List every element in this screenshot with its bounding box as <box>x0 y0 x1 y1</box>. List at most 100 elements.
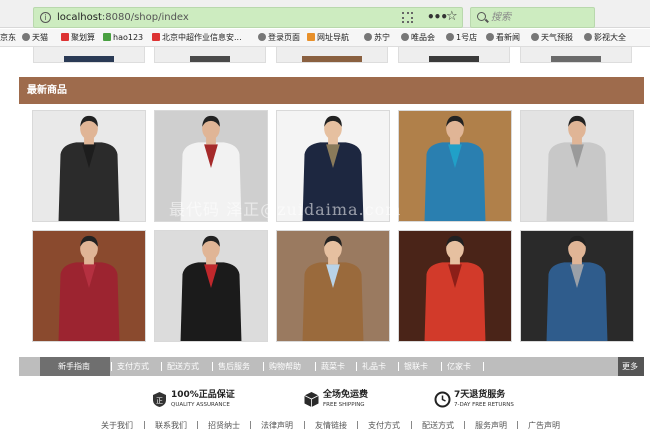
bookmark-item[interactable]: 天气预报 <box>531 32 573 43</box>
promise-sub: FREE SHIPPING <box>323 402 365 408</box>
footer-link[interactable]: 友情链接 <box>315 420 347 431</box>
bookmark-label: 苏宁 <box>374 33 390 42</box>
bookmark-label: 影视大全 <box>594 33 626 42</box>
tmall-icon <box>22 33 30 41</box>
bookmark-label: 京东 <box>0 33 16 42</box>
footer-link[interactable]: 联系我们 <box>155 420 187 431</box>
nav-separator <box>441 362 442 371</box>
nav-separator <box>161 362 162 371</box>
nav-item[interactable]: 购物帮助 <box>269 361 301 372</box>
previous-product-card[interactable] <box>276 47 388 63</box>
bookmark-item[interactable]: hao123 <box>103 32 143 43</box>
footer-link[interactable]: 支付方式 <box>368 420 400 431</box>
promise-main: 7天退货服务 <box>454 390 506 400</box>
bookmark-item[interactable]: 影视大全 <box>584 32 626 43</box>
watermark: 最代码 泽正@zuidaima.com <box>169 200 402 219</box>
footer-link[interactable]: 招贤纳士 <box>208 420 240 431</box>
bookmark-star-icon[interactable]: ☆ <box>446 9 458 25</box>
shipping-box-icon <box>304 392 319 407</box>
bookmark-label: 北京中超作业信息安... <box>162 33 242 42</box>
juhuasuan-icon <box>61 33 69 41</box>
search-box[interactable]: 搜索 <box>470 7 595 28</box>
footer-link[interactable]: 法律声明 <box>261 420 293 431</box>
product-image[interactable] <box>155 231 267 341</box>
footer-separator <box>464 421 465 429</box>
news-icon <box>486 33 494 41</box>
product-card[interactable] <box>398 230 512 342</box>
previous-product-card[interactable] <box>398 47 510 63</box>
bookmark-item[interactable]: 1号店 <box>446 32 477 43</box>
footer-separator <box>144 421 145 429</box>
product-card[interactable] <box>520 230 634 342</box>
address-bar[interactable]: i localhost:8080/shop/index ••• ☆ <box>33 7 463 28</box>
more-button[interactable]: 更多 <box>618 357 644 376</box>
nav-item[interactable]: 售后服务 <box>218 361 250 372</box>
bookmark-label: 天猫 <box>32 33 48 42</box>
more-actions-icon[interactable]: ••• <box>427 9 448 25</box>
nav-separator <box>356 362 357 371</box>
suning-icon <box>364 33 372 41</box>
bookmarks-bar: 京东 天猫 聚划算 hao123 北京中超作业信息安... 登录页面 网址导航 苏宁 唯品会 1号… <box>0 29 650 47</box>
product-card[interactable] <box>276 230 390 342</box>
footer-separator <box>304 421 305 429</box>
nav-item[interactable]: 银联卡 <box>404 361 428 372</box>
footer-link[interactable]: 配送方式 <box>422 420 454 431</box>
nav-separator <box>263 362 264 371</box>
nav-item[interactable]: 配送方式 <box>167 361 199 372</box>
bookmark-label: 天气预报 <box>541 33 573 42</box>
bookmark-item[interactable]: 看新闻 <box>486 32 520 43</box>
latest-products-header: 最新商品 <box>19 77 644 104</box>
product-image[interactable] <box>521 111 633 221</box>
previous-product-card[interactable] <box>33 47 145 63</box>
bookmark-item[interactable]: 苏宁 <box>364 32 390 43</box>
info-icon[interactable]: i <box>40 12 51 23</box>
product-image[interactable] <box>399 231 511 341</box>
browser-window: i localhost:8080/shop/index ••• ☆ 搜索 京东 天… <box>0 0 650 433</box>
nav-item[interactable]: 新手指南 <box>58 361 90 372</box>
product-card[interactable] <box>398 110 512 222</box>
bookmark-label: 看新闻 <box>496 33 520 42</box>
bookmark-item[interactable]: 唯品会 <box>401 32 435 43</box>
nav-item[interactable]: 亿家卡 <box>447 361 471 372</box>
footer-link[interactable]: 关于我们 <box>101 420 133 431</box>
bookmark-label: 登录页面 <box>268 33 300 42</box>
footer-separator <box>357 421 358 429</box>
product-card[interactable] <box>32 230 146 342</box>
bookmark-item[interactable]: 网址导航 <box>307 32 349 43</box>
url-text[interactable]: localhost:8080/shop/index <box>57 11 189 24</box>
video-icon <box>584 33 592 41</box>
bookmark-item[interactable]: 登录页面 <box>258 32 300 43</box>
product-image[interactable] <box>277 231 389 341</box>
product-card[interactable] <box>154 230 268 342</box>
product-image[interactable] <box>521 231 633 341</box>
qr-code-icon[interactable] <box>402 12 413 23</box>
bookmark-red-icon <box>152 33 160 41</box>
product-image[interactable] <box>399 111 511 221</box>
browser-toolbar: i localhost:8080/shop/index ••• ☆ 搜索 <box>0 0 650 28</box>
clock-icon <box>434 391 451 408</box>
bookmark-item[interactable]: 聚划算 <box>61 32 95 43</box>
product-card[interactable] <box>520 110 634 222</box>
bookmark-item[interactable]: 北京中超作业信息安... <box>152 32 242 43</box>
more-label: 更多 <box>622 362 638 371</box>
bookmark-label: 唯品会 <box>411 33 435 42</box>
nav-item[interactable]: 礼品卡 <box>362 361 386 372</box>
footer-links: 关于我们 联系我们 招贤纳士 法律声明 友情链接 支付方式 配送方式 服务声明 广告声明 <box>0 419 650 433</box>
bookmark-item[interactable]: 天猫 <box>22 32 48 43</box>
previous-product-card[interactable] <box>520 47 632 63</box>
previous-product-card[interactable] <box>154 47 266 63</box>
footer-link[interactable]: 服务声明 <box>475 420 507 431</box>
bookmark-item[interactable]: 京东 <box>0 32 16 43</box>
product-image[interactable] <box>33 231 145 341</box>
nav-separator <box>483 362 484 371</box>
nav-separator <box>398 362 399 371</box>
product-card[interactable] <box>32 110 146 222</box>
footer-link[interactable]: 广告声明 <box>528 420 560 431</box>
nav-item[interactable]: 蔬菜卡 <box>321 361 345 372</box>
url-path: :8080/shop/index <box>101 12 189 23</box>
product-image[interactable] <box>33 111 145 221</box>
help-navbar: 更多 新手指南 支付方式 配送方式 售后服务 购物帮助 蔬菜卡 礼品卡 银联卡 亿家卡 <box>19 357 644 376</box>
footer-separator <box>411 421 412 429</box>
nav-item[interactable]: 支付方式 <box>117 361 149 372</box>
svg-text:正: 正 <box>156 397 163 405</box>
